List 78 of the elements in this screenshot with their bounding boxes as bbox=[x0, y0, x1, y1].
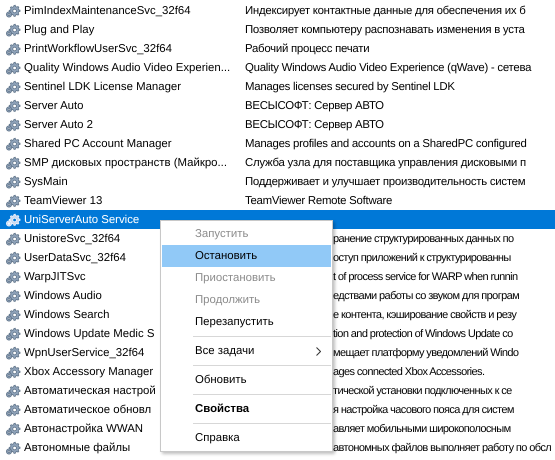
gear-icon bbox=[5, 98, 22, 114]
service-description: Quality Windows Audio Video Experience (qWave) - сетева bbox=[245, 62, 532, 74]
service-description: Manages licenses secured by Sentinel LDK bbox=[245, 80, 455, 92]
gear-icon bbox=[5, 2, 22, 18]
gear-icon bbox=[5, 230, 22, 246]
service-description: tion and protection of Windows Update co bbox=[333, 328, 513, 340]
service-name[interactable]: WarpJITSvc bbox=[24, 270, 86, 282]
gear-icon bbox=[5, 116, 22, 132]
service-name[interactable]: UnistoreSvc_32f64 bbox=[24, 232, 120, 244]
menu-item[interactable]: Все задачи bbox=[162, 340, 331, 362]
gear-icon bbox=[5, 344, 22, 360]
gear-icon bbox=[5, 250, 22, 266]
service-name[interactable]: Sentinel LDK License Manager bbox=[24, 80, 182, 92]
service-description: ВЕСЫСОФТ: Сервер АВТО bbox=[245, 100, 384, 112]
gear-icon bbox=[5, 268, 22, 284]
chevron-icon bbox=[316, 346, 321, 356]
service-description: тической установки подключенных к се bbox=[333, 384, 512, 396]
service-description: Индексирует контактные данные для обеспечения их б bbox=[245, 4, 526, 16]
service-description: едствами работы со звуком для програм bbox=[333, 290, 520, 302]
gear-icon bbox=[5, 402, 22, 418]
service-name[interactable]: Quality Windows Audio Video Experien... bbox=[24, 62, 230, 74]
service-description: TeamViewer Remote Software bbox=[245, 194, 392, 206]
service-description: ранение структурированных данных по bbox=[333, 232, 514, 244]
service-name[interactable]: PimIndexMaintenanceSvc_32f64 bbox=[24, 4, 191, 16]
gear-icon bbox=[5, 192, 22, 208]
service-name[interactable]: SMP дисковых пространств (Майкро... bbox=[24, 156, 227, 168]
service-name[interactable]: TeamViewer 13 bbox=[24, 194, 102, 206]
menu-item[interactable]: Свойства bbox=[162, 398, 331, 420]
gear-icon bbox=[5, 78, 22, 94]
gear-icon bbox=[5, 154, 22, 170]
service-name[interactable]: Windows Update Medic S bbox=[24, 328, 154, 340]
service-name[interactable]: Shared PC Account Manager bbox=[24, 138, 172, 150]
service-name[interactable]: Xbox Accessory Manager bbox=[24, 366, 154, 378]
service-description: автономных файлов выполняет работу по обсл bbox=[333, 442, 552, 454]
service-name[interactable]: Автонастройка WWAN bbox=[24, 422, 144, 434]
service-description: t of process service for WARP when runnin bbox=[333, 270, 518, 282]
service-description: Служба узла для поставщика управления дисковыми п bbox=[245, 156, 526, 168]
menu-item[interactable]: Остановить bbox=[162, 245, 331, 267]
service-description: Позволяет компьютеру распознавать изменения в уста bbox=[245, 24, 525, 36]
service-description: ages connected Xbox Accessories. bbox=[333, 366, 484, 378]
menu-item[interactable]: Справка bbox=[162, 427, 331, 449]
service-description: Рабочий процесс печати bbox=[245, 42, 370, 54]
menu-item[interactable]: Перезапустить bbox=[162, 311, 331, 333]
service-description: е контента, кэширование свойств и резу bbox=[333, 308, 516, 320]
gear-icon bbox=[5, 212, 22, 228]
gear-icon bbox=[5, 364, 22, 380]
service-description: Manages profiles and accounts on a SharedPC configured bbox=[245, 138, 527, 150]
service-name[interactable]: SysMain bbox=[24, 176, 68, 188]
service-description: Поддерживает и улучшает производительность систем bbox=[245, 176, 526, 188]
service-name[interactable]: Server Auto bbox=[24, 100, 84, 112]
service-name[interactable]: Windows Audio bbox=[24, 290, 102, 302]
service-name[interactable]: Автономные файлы bbox=[24, 442, 130, 454]
gear-icon bbox=[5, 22, 22, 38]
gear-icon bbox=[5, 420, 22, 436]
gear-icon bbox=[5, 288, 22, 304]
service-description: мещает платформу уведомлений Windo bbox=[333, 346, 518, 358]
gear-icon bbox=[5, 440, 22, 456]
service-description: ВЕСЫСОФТ: Сервер АВТО bbox=[245, 118, 384, 130]
service-name[interactable]: UserDataSvc_32f64 bbox=[24, 252, 126, 264]
gear-icon bbox=[5, 60, 22, 76]
service-name[interactable]: WpnUserService_32f64 bbox=[24, 346, 144, 358]
gear-icon bbox=[5, 382, 22, 398]
service-name[interactable]: Автоматическая настрой bbox=[24, 384, 156, 396]
gear-icon bbox=[5, 326, 22, 342]
service-name[interactable]: PrintWorkflowUserSvc_32f64 bbox=[24, 42, 172, 54]
service-name[interactable]: Автоматическое обновл bbox=[24, 404, 152, 416]
service-name[interactable]: Plug and Play bbox=[24, 24, 94, 36]
menu-item[interactable]: Обновить bbox=[162, 369, 331, 391]
service-description: оступ приложений к структурированны bbox=[333, 252, 511, 264]
service-name[interactable]: Windows Search bbox=[24, 308, 110, 320]
service-name[interactable]: Server Auto 2 bbox=[24, 118, 94, 130]
gear-icon bbox=[5, 40, 22, 56]
gear-icon bbox=[5, 306, 22, 322]
gear-icon bbox=[5, 136, 22, 152]
service-name[interactable]: UniServerAuto Service bbox=[24, 214, 140, 226]
gear-icon bbox=[5, 174, 22, 190]
service-description: я настройка часового пояса для систем bbox=[333, 404, 514, 416]
service-description: авляет мобильными широкополосным bbox=[333, 422, 511, 434]
